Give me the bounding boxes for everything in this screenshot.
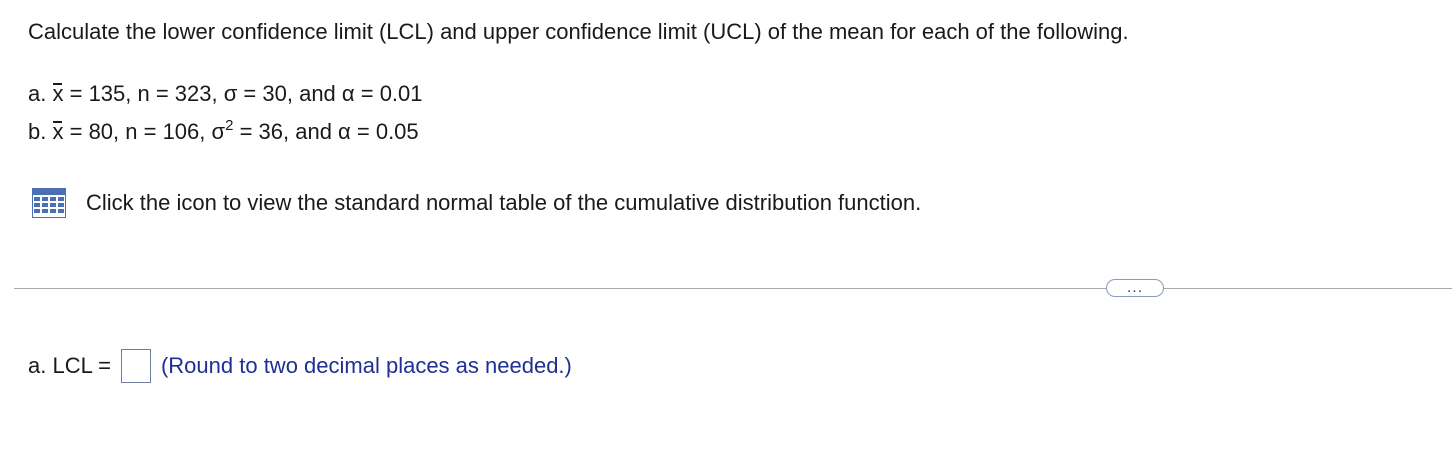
section-divider [14,288,1452,289]
hint-text: Click the icon to view the standard norm… [86,190,922,215]
question-page: Calculate the lower confidence limit (LC… [0,0,1452,474]
part-b-prefix: b. [28,119,47,144]
table-grid-icon[interactable] [32,188,66,218]
part-b-values-end: = 36, and α = 0.05 [239,119,419,144]
part-b-values-start: = 80, n = 106, σ [69,119,226,144]
normal-table-hint: Click the icon to view the standard norm… [32,188,921,218]
part-a-values: = 135, n = 323, σ = 30, and α = 0.01 [69,81,423,106]
answer-row-a-lcl: a. LCL = (Round to two decimal places as… [28,348,572,384]
expand-more-button[interactable]: ... [1106,279,1164,297]
xbar-symbol: x [52,119,64,144]
part-a-given: a. x = 135, n = 323, σ = 30, and α = 0.0… [28,80,423,108]
variance-exponent: 2 [225,117,234,134]
answer-label: a. LCL = [28,353,111,378]
xbar-symbol: x [52,81,64,106]
question-prompt: Calculate the lower confidence limit (LC… [28,19,1129,44]
lcl-answer-input[interactable] [120,349,151,383]
part-a-prefix: a. [28,81,47,106]
rounding-hint: (Round to two decimal places as needed.) [160,353,572,378]
part-b-given: b. x = 80, n = 106, σ2 = 36, and α = 0.0… [28,118,419,146]
